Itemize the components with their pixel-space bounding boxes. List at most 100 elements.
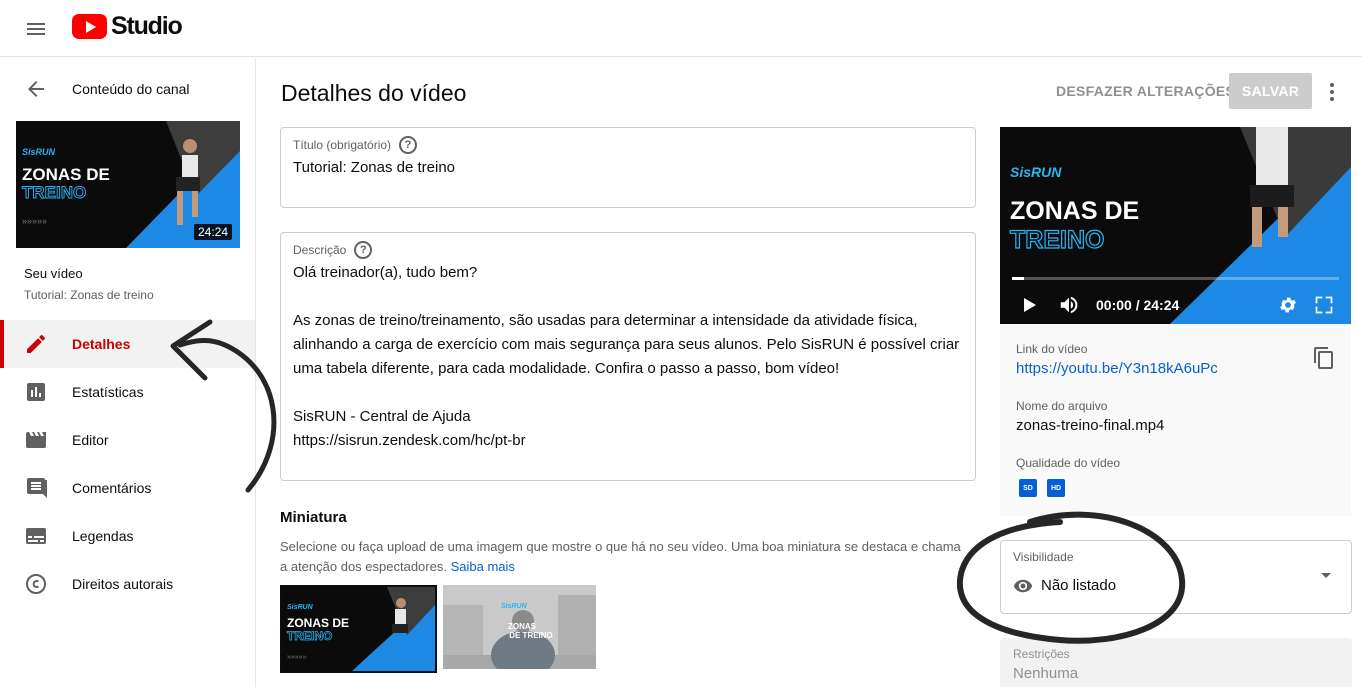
description-line: As zonas de treino/treinamento, são usad…	[293, 312, 918, 329]
video-preview-player[interactable]: SisRUN ZONAS DE TREINO 00:00 / 24:24	[1000, 127, 1351, 324]
duration-badge: 24:24	[193, 224, 232, 240]
sidebar-item-direitos-autorais[interactable]: Direitos autorais	[0, 560, 255, 608]
top-bar: Studio	[0, 0, 1362, 57]
thumbnail-option-2[interactable]: SisRUN ZONAS DE TREINO	[443, 585, 600, 673]
quality-label: Qualidade do vídeo	[1016, 456, 1121, 470]
link-label: Link do vídeo	[1016, 342, 1088, 356]
thumb-line1: ZONAS DE	[22, 165, 110, 184]
thumbnail-section-description: Selecione ou faça upload de uma imagem q…	[280, 537, 970, 577]
play-icon[interactable]	[1020, 296, 1038, 314]
video-link[interactable]: https://youtu.be/Y3n18kA6uPc	[1016, 360, 1218, 377]
sidebar-item-legendas[interactable]: Legendas	[0, 512, 255, 560]
sidebar-item-detalhes[interactable]: Detalhes	[0, 320, 255, 368]
sidebar-item-label: Comentários	[72, 480, 152, 496]
description-line: uma tabela diferente, para cada modalida…	[293, 360, 840, 377]
title-label-text: Título (obrigatório)	[293, 138, 392, 152]
svg-text:»»»»»: »»»»»	[22, 216, 47, 226]
description-input[interactable]: Olá treinador(a), tudo bem? As zonas de …	[293, 261, 963, 453]
arrow-back-icon[interactable]	[24, 77, 48, 101]
title-input[interactable]: Tutorial: Zonas de treino	[293, 159, 455, 176]
back-label: Conteúdo do canal	[72, 81, 190, 97]
thumb-brand: SisRUN	[287, 604, 314, 611]
bar-chart-icon	[27, 383, 45, 401]
sidebar-video-thumbnail[interactable]: SisRUN ZONAS DE TREINO »»»»» 24:24	[16, 121, 240, 248]
sd-badge: SD	[1019, 479, 1037, 497]
clapperboard-icon	[26, 432, 46, 448]
thumb-brand: SisRUN	[501, 603, 528, 610]
thumbnail-option-1[interactable]: SisRUN ZONAS DE TREINO »»»»»	[280, 585, 437, 673]
help-icon[interactable]: ?	[354, 241, 373, 259]
your-video-title: Tutorial: Zonas de treino	[24, 288, 154, 302]
title-field[interactable]: Título (obrigatório) ? Tutorial: Zonas d…	[280, 127, 976, 208]
youtube-play-icon	[72, 14, 107, 39]
playback-time: 00:00 / 24:24	[1096, 297, 1180, 313]
undo-changes-button[interactable]: DESFAZER ALTERAÇÕES	[1046, 73, 1245, 109]
filename-value: zonas-treino-final.mp4	[1016, 417, 1165, 434]
subtitles-icon	[26, 528, 46, 544]
studio-logo[interactable]: Studio	[72, 12, 183, 41]
sidebar-item-comentarios[interactable]: Comentários	[0, 464, 255, 512]
chevron-down-icon[interactable]	[1321, 573, 1331, 578]
thumb-line2: TREINO	[22, 183, 86, 202]
copy-icon[interactable]	[1312, 346, 1336, 370]
logo-text: Studio	[111, 12, 183, 40]
thumb-brand: SisRUN	[22, 147, 56, 157]
copyright-icon	[26, 574, 46, 594]
sidebar-item-estatisticas[interactable]: Estatísticas	[0, 368, 255, 416]
description-field[interactable]: Descrição ? Olá treinador(a), tudo bem? …	[280, 232, 976, 481]
thumbnail-art: SisRUN ZONAS DE TREINO »»»»»	[282, 587, 435, 671]
page-title: Detalhes do vídeo	[281, 80, 467, 106]
title-field-label: Título (obrigatório) ?	[293, 136, 418, 154]
sidebar-item-label: Detalhes	[72, 336, 131, 352]
restrictions-label: Restrições	[1013, 647, 1070, 661]
description-line: Olá treinador(a), tudo bem?	[293, 264, 478, 281]
sidebar-item-label: Direitos autorais	[72, 576, 174, 592]
description-line	[293, 285, 963, 309]
more-options-icon[interactable]	[1320, 80, 1344, 104]
description-line: alinhando a carga de exercício com mais …	[293, 336, 960, 353]
visibility-value: Não listado	[1041, 577, 1117, 594]
thumbnail-section-title: Miniatura	[280, 509, 347, 526]
restrictions-field: Restrições Nenhuma	[1000, 638, 1352, 687]
preview-line2: TREINO	[1010, 226, 1104, 254]
sidebar-item-editor[interactable]: Editor	[0, 416, 255, 464]
thumb-line1: ZONAS DE	[287, 616, 349, 630]
sidebar-item-label: Estatísticas	[72, 384, 144, 400]
visibility-dropdown[interactable]: Visibilidade Não listado	[1000, 540, 1352, 614]
description-line	[293, 381, 963, 405]
menu-icon[interactable]	[24, 17, 48, 41]
back-to-channel-content[interactable]: Conteúdo do canal	[24, 78, 190, 100]
description-field-label: Descrição ?	[293, 241, 373, 259]
sidebar-item-label: Editor	[72, 432, 109, 448]
save-button[interactable]: SALVAR	[1229, 73, 1312, 109]
thumb-line1: ZONAS	[508, 622, 537, 631]
pencil-icon	[27, 334, 45, 353]
thumbnail-description-text: Selecione ou faça upload de uma imagem q…	[280, 539, 961, 574]
learn-more-link[interactable]: Saiba mais	[451, 559, 515, 574]
sidebar-item-label: Legendas	[72, 528, 134, 544]
help-icon[interactable]: ?	[399, 136, 418, 154]
fullscreen-icon[interactable]	[1314, 295, 1334, 315]
thumb-line2: DE TREINO	[509, 631, 553, 640]
preview-art: SisRUN ZONAS DE TREINO	[1000, 127, 1351, 324]
description-line: SisRUN - Central de Ajuda	[293, 408, 471, 425]
description-label-text: Descrição	[293, 243, 347, 257]
restrictions-value: Nenhuma	[1013, 665, 1079, 682]
thumb-line2: TREINO	[287, 629, 332, 643]
hd-badge: HD	[1047, 479, 1065, 497]
svg-text:»»»»»: »»»»»	[287, 654, 307, 661]
your-video-label: Seu vídeo	[24, 266, 83, 281]
sidebar-nav: Detalhes Estatísticas Editor Comentários…	[0, 320, 255, 608]
thumbnail-art: SisRUN ZONAS DE TREINO	[443, 585, 596, 673]
description-line: https://sisrun.zendesk.com/hc/pt-br	[293, 432, 526, 449]
volume-icon[interactable]	[1058, 294, 1080, 316]
preview-line1: ZONAS DE	[1010, 197, 1139, 225]
filename-label: Nome do arquivo	[1016, 399, 1108, 413]
gear-icon[interactable]	[1278, 295, 1298, 315]
preview-brand: SisRUN	[1010, 164, 1062, 180]
eye-icon	[1013, 579, 1033, 593]
comment-icon	[27, 478, 47, 498]
video-info-box: Link do vídeo https://youtu.be/Y3n18kA6u…	[1000, 324, 1351, 516]
visibility-label: Visibilidade	[1013, 550, 1074, 564]
sidebar: Conteúdo do canal SisRUN ZONAS DE TREINO…	[0, 58, 256, 687]
